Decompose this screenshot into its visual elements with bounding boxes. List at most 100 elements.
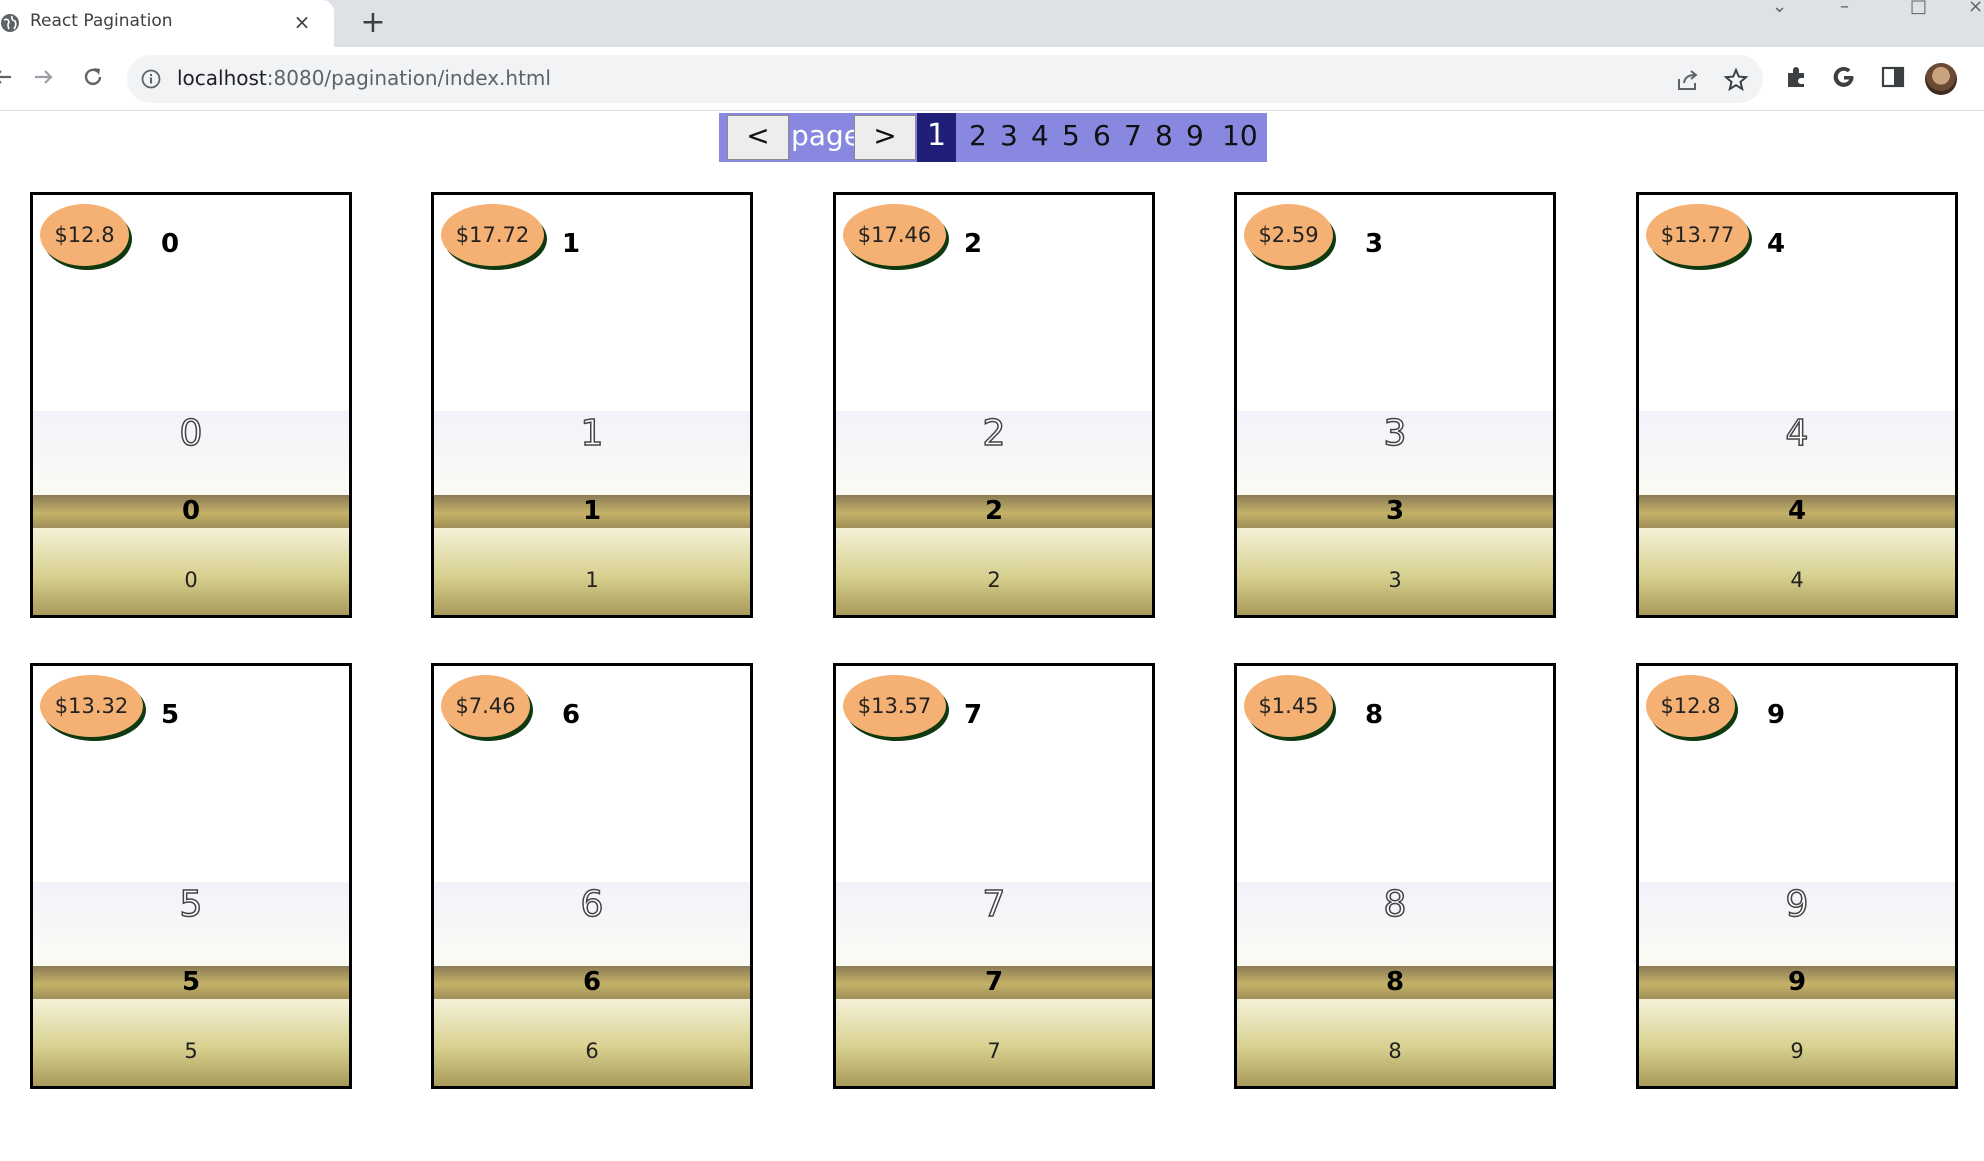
card-index: 1: [562, 229, 581, 259]
bookmark-star-icon[interactable]: [1723, 67, 1749, 93]
card-index: 3: [1365, 229, 1384, 259]
product-card: $7.46 6 6 6 6: [431, 663, 753, 1089]
google-icon[interactable]: [1829, 62, 1859, 92]
card-bottom-band: 4: [1639, 528, 1955, 615]
page-link[interactable]: 4: [1031, 119, 1049, 152]
card-bottom-band: 0: [33, 528, 349, 615]
card-dark-band: 1: [434, 495, 750, 528]
url-host: localhost: [177, 66, 267, 90]
card-dark-band: 8: [1237, 966, 1553, 999]
card-outline-number: 4: [1785, 412, 1809, 455]
card-small-number: 6: [585, 1039, 599, 1063]
card-dark-band: 9: [1639, 966, 1955, 999]
next-page-button[interactable]: >: [854, 115, 916, 160]
card-dark-band: 7: [836, 966, 1152, 999]
card-outline-number: 1: [580, 412, 604, 455]
card-index: 7: [964, 700, 983, 730]
card-bottom-band: 1: [434, 528, 750, 615]
card-index: 8: [1365, 700, 1384, 730]
card-bottom-band: 6: [434, 999, 750, 1086]
card-light-band: 3: [1237, 411, 1553, 495]
tab-close-icon[interactable]: ×: [290, 10, 314, 34]
card-outline-number: 8: [1383, 883, 1407, 926]
card-outline-number: 2: [982, 412, 1006, 455]
card-light-band: 1: [434, 411, 750, 495]
card-outline-number: 7: [982, 883, 1006, 926]
maximize-icon[interactable]: □: [1910, 0, 1927, 16]
price-badge: $7.46: [441, 675, 530, 737]
card-index: 6: [562, 700, 581, 730]
tab-title: React Pagination: [30, 11, 173, 31]
card-bottom-band: 9: [1639, 999, 1955, 1086]
card-bold-number: 4: [1787, 496, 1807, 526]
card-small-number: 0: [184, 568, 198, 592]
card-small-number: 1: [585, 568, 599, 592]
current-page[interactable]: 1: [917, 113, 956, 162]
product-card: $17.46 2 2 2 2: [833, 192, 1155, 618]
card-outline-number: 5: [179, 883, 203, 926]
address-bar[interactable]: localhost:8080/pagination/index.html: [127, 55, 1763, 103]
card-dark-band: 4: [1639, 495, 1955, 528]
page-link[interactable]: 3: [1000, 119, 1018, 152]
card-small-number: 8: [1388, 1039, 1402, 1063]
tab-strip: React Pagination × + ⌄ – □ ×: [0, 0, 1984, 47]
card-small-number: 3: [1388, 568, 1402, 592]
browser-toolbar: localhost:8080/pagination/index.html: [0, 47, 1984, 111]
side-panel-icon[interactable]: [1878, 62, 1908, 92]
card-light-band: 4: [1639, 411, 1955, 495]
price-badge: $13.32: [40, 675, 143, 737]
card-light-band: 9: [1639, 882, 1955, 966]
card-bold-number: 1: [582, 496, 602, 526]
card-index: 2: [964, 229, 983, 259]
card-outline-number: 3: [1383, 412, 1407, 455]
card-dark-band: 6: [434, 966, 750, 999]
page-link[interactable]: 10: [1222, 119, 1258, 152]
profile-avatar[interactable]: [1925, 63, 1957, 95]
card-light-band: 5: [33, 882, 349, 966]
card-dark-band: 0: [33, 495, 349, 528]
info-icon[interactable]: [141, 69, 161, 89]
url-text[interactable]: localhost:8080/pagination/index.html: [177, 66, 551, 90]
card-outline-number: 6: [580, 883, 604, 926]
new-tab-button[interactable]: +: [356, 6, 390, 40]
card-index: 5: [161, 700, 180, 730]
tab-search-icon[interactable]: ⌄: [1772, 0, 1787, 16]
card-outline-number: 0: [179, 412, 203, 455]
page-link[interactable]: 7: [1124, 119, 1142, 152]
card-bold-number: 8: [1385, 967, 1405, 997]
product-card: $13.32 5 5 5 5: [30, 663, 352, 1089]
card-bottom-band: 3: [1237, 528, 1553, 615]
card-light-band: 7: [836, 882, 1152, 966]
product-card: $12.8 0 0 0 0: [30, 192, 352, 618]
card-dark-band: 5: [33, 966, 349, 999]
reload-icon: [84, 68, 102, 86]
card-bottom-band: 8: [1237, 999, 1553, 1086]
extensions-icon[interactable]: [1781, 62, 1811, 92]
close-window-icon[interactable]: ×: [1968, 0, 1983, 16]
card-bold-number: 2: [984, 496, 1004, 526]
card-index: 9: [1767, 700, 1786, 730]
card-bold-number: 3: [1385, 496, 1405, 526]
card-small-number: 2: [987, 568, 1001, 592]
price-badge: $2.59: [1244, 204, 1333, 266]
page-link[interactable]: 5: [1062, 119, 1080, 152]
prev-page-button[interactable]: <: [727, 115, 789, 160]
reload-button[interactable]: [75, 59, 111, 95]
share-icon[interactable]: [1675, 67, 1701, 93]
page-link[interactable]: 9: [1186, 119, 1204, 152]
card-dark-band: 3: [1237, 495, 1553, 528]
minimize-icon[interactable]: –: [1840, 0, 1849, 16]
forward-button[interactable]: [26, 59, 62, 95]
card-light-band: 8: [1237, 882, 1553, 966]
page-link[interactable]: 6: [1093, 119, 1111, 152]
product-card: $1.45 8 8 8 8: [1234, 663, 1556, 1089]
page-link[interactable]: 8: [1155, 119, 1173, 152]
card-index: 4: [1767, 229, 1786, 259]
price-badge: $17.72: [441, 204, 544, 266]
card-bold-number: 9: [1787, 967, 1807, 997]
browser-tab[interactable]: React Pagination ×: [0, 0, 334, 47]
card-bottom-band: 7: [836, 999, 1152, 1086]
page-link[interactable]: 2: [969, 119, 987, 152]
back-button[interactable]: [0, 59, 20, 95]
card-dark-band: 2: [836, 495, 1152, 528]
